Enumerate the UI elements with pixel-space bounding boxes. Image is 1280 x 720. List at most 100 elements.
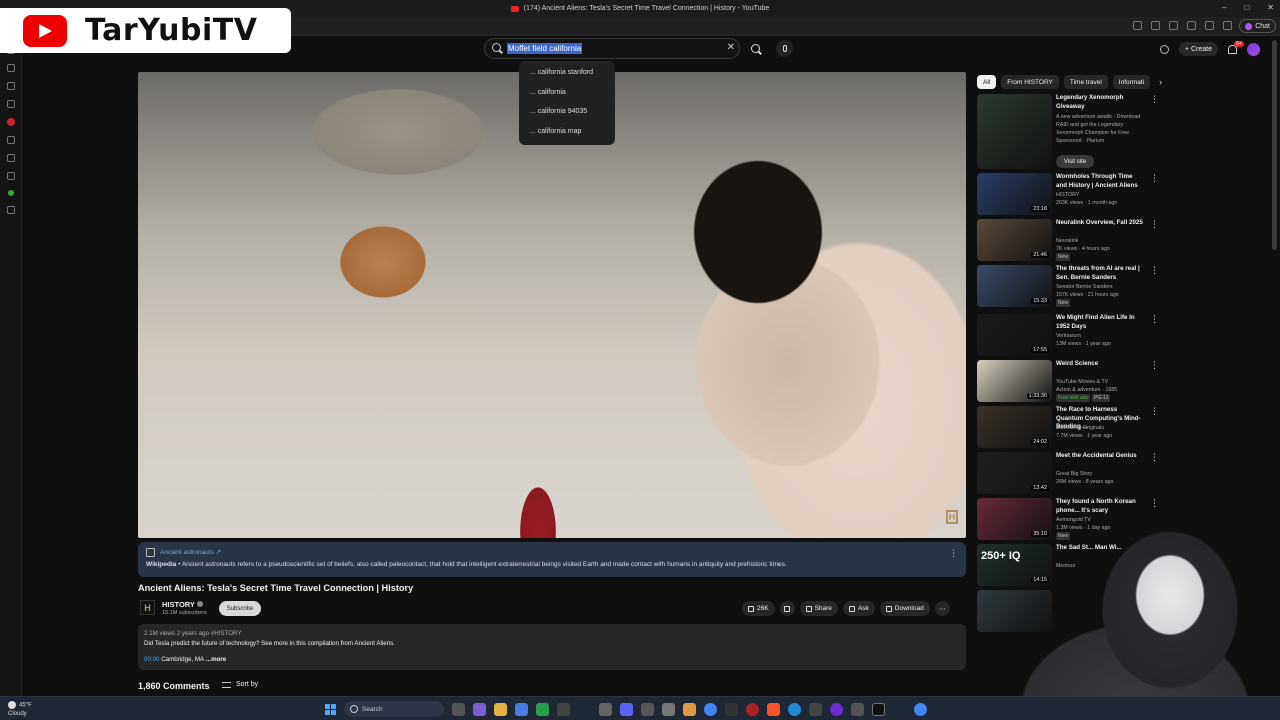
recommendation-title[interactable]: Neuralink Overview, Fall 2025: [1056, 219, 1144, 228]
recommendation-item[interactable]: 13:42 Meet the Accidental Genius Great Big…: [977, 452, 1267, 496]
app-icon[interactable]: [851, 702, 864, 716]
recommendation-item[interactable]: 21:46 Neuralink Overview, Fall 2025 Neural…: [977, 219, 1267, 263]
more-options-icon[interactable]: ⋮: [1150, 360, 1159, 371]
app-icon[interactable]: [641, 702, 654, 716]
settings-icon[interactable]: [1159, 44, 1169, 54]
video-thumbnail[interactable]: [977, 94, 1052, 169]
more-options-icon[interactable]: ⋮: [1150, 173, 1159, 184]
chevron-right-icon[interactable]: ›: [1159, 77, 1162, 87]
chip-time-travel[interactable]: Time travel: [1063, 75, 1108, 89]
discord-icon[interactable]: [620, 702, 633, 716]
weather-widget[interactable]: 45°F Cloudy: [8, 701, 32, 718]
video-thumbnail[interactable]: 1:33:30: [977, 360, 1052, 402]
app-icon[interactable]: [557, 702, 570, 716]
task-view-icon[interactable]: [452, 702, 465, 716]
recommendation-item[interactable]: 15:33 The threats from AI are real | Sen.…: [977, 265, 1267, 309]
chrome-icon[interactable]: [704, 702, 717, 716]
windows-start-icon[interactable]: [325, 703, 336, 715]
ask-button[interactable]: Ask: [842, 601, 875, 616]
vertical-tab-icon[interactable]: [6, 154, 15, 162]
more-options-icon[interactable]: ⋮: [1150, 219, 1159, 230]
suggestion-item[interactable]: ... california map: [519, 125, 615, 145]
app-icon[interactable]: [683, 702, 696, 716]
info-panel-link[interactable]: Ancient astronauts ↗: [160, 548, 221, 556]
sidebar-icon[interactable]: [1205, 21, 1214, 30]
vertical-tab-icon[interactable]: [6, 100, 15, 108]
voice-search-button[interactable]: [776, 40, 793, 57]
more-actions-button[interactable]: ⋯: [934, 601, 950, 616]
description-box[interactable]: 2.1M views 2 years ago #HISTORY Did Tesl…: [138, 624, 966, 670]
video-thumbnail[interactable]: 23:18: [977, 173, 1052, 215]
search-input[interactable]: Moffet field california: [507, 43, 583, 54]
maximize-button[interactable]: □: [1244, 3, 1249, 12]
suggestion-item[interactable]: ... california: [519, 86, 615, 106]
like-button[interactable]: 26K: [742, 601, 775, 616]
suggestion-item[interactable]: ... california 94035: [519, 105, 615, 125]
recommendation-item[interactable]: 23:18 Wormholes Through Time and History …: [977, 173, 1267, 217]
steam-icon[interactable]: [578, 702, 591, 716]
chip-from-history[interactable]: From HISTORY: [1001, 75, 1059, 89]
xbox-icon[interactable]: [536, 702, 549, 716]
more-options-icon[interactable]: ⋮: [1150, 406, 1159, 417]
hashtag[interactable]: #HISTORY: [211, 630, 242, 637]
vertical-tab-icon[interactable]: [6, 82, 15, 90]
recommendation-item[interactable]: 24:02 The Race to Harness Quantum Computi…: [977, 406, 1267, 450]
copilot-chat-button[interactable]: Chat: [1239, 19, 1276, 33]
clear-search-icon[interactable]: ✕: [727, 42, 735, 53]
channel-name[interactable]: HISTORY: [162, 600, 203, 609]
favorites-icon[interactable]: [1151, 21, 1160, 30]
more-options-icon[interactable]: ⋮: [1150, 314, 1159, 325]
video-thumbnail[interactable]: 17:55: [977, 314, 1052, 356]
share-button[interactable]: Share: [799, 601, 838, 616]
search-button[interactable]: [741, 38, 769, 59]
recommendation-item[interactable]: 1:33:30 Weird Science YouTube Movies & TV A…: [977, 360, 1267, 404]
vertical-tab-icon[interactable]: [6, 172, 15, 180]
minimize-button[interactable]: –: [1222, 3, 1226, 12]
new-tab-icon[interactable]: [6, 206, 15, 214]
subscribe-button[interactable]: Subscribe: [219, 601, 261, 616]
chrome-icon[interactable]: [914, 702, 927, 716]
recommendation-title[interactable]: Wormholes Through Time and History | Anc…: [1056, 173, 1144, 190]
show-more-link[interactable]: ...more: [204, 656, 226, 663]
video-thumbnail[interactable]: 15:33: [977, 265, 1052, 307]
video-thumbnail[interactable]: 13:42: [977, 452, 1052, 494]
recommendation-title[interactable]: Weird Science: [1056, 360, 1144, 369]
teams-icon[interactable]: [473, 702, 486, 716]
suggestion-item[interactable]: ... california stanford: [519, 66, 615, 86]
vertical-tab-icon[interactable]: [7, 190, 14, 196]
youtube-tab-icon[interactable]: [6, 118, 15, 126]
more-options-icon[interactable]: ⋮: [1150, 452, 1159, 463]
store-icon[interactable]: [515, 702, 528, 716]
x-app-icon[interactable]: [872, 702, 885, 716]
download-button[interactable]: Download: [879, 601, 930, 616]
chip-all[interactable]: All: [977, 75, 997, 89]
opera-icon[interactable]: [746, 702, 759, 716]
channel-avatar[interactable]: H: [140, 600, 155, 615]
timestamp-link[interactable]: 00:00: [144, 656, 159, 663]
steam-icon[interactable]: [893, 702, 906, 716]
more-options-icon[interactable]: ⋮: [1150, 265, 1159, 276]
recommendation-item[interactable]: Legendary Xenomorph Giveaway A new advent…: [977, 94, 1267, 170]
file-explorer-icon[interactable]: [494, 702, 507, 716]
taskbar-search[interactable]: Search: [344, 701, 444, 717]
sort-by-button[interactable]: Sort by: [222, 681, 258, 688]
app-icon[interactable]: [599, 702, 612, 716]
avatar[interactable]: [1247, 42, 1260, 56]
app-icon[interactable]: [662, 702, 675, 716]
page-scrollbar[interactable]: [1272, 40, 1277, 250]
more-options-icon[interactable]: ⋮: [1150, 94, 1159, 105]
vertical-tab-icon[interactable]: [6, 64, 15, 72]
video-thumbnail[interactable]: 24:02: [977, 406, 1052, 448]
recommendation-title[interactable]: Legendary Xenomorph Giveaway: [1056, 94, 1144, 111]
create-button[interactable]: + Create: [1178, 42, 1218, 56]
recommendation-title[interactable]: Meet the Accidental Genius: [1056, 452, 1144, 461]
notifications-icon[interactable]: 9+: [1228, 40, 1244, 54]
app-icon[interactable]: [830, 702, 843, 716]
more-options-icon[interactable]: ⋮: [949, 548, 958, 559]
video-thumbnail[interactable]: 21:46: [977, 219, 1052, 261]
dislike-button[interactable]: [779, 601, 795, 616]
chip-information[interactable]: Informati: [1112, 75, 1151, 89]
app-icon[interactable]: [809, 702, 822, 716]
recommendation-title[interactable]: We Might Find Alien Life In 1952 Days: [1056, 314, 1144, 331]
edge-icon[interactable]: [788, 702, 801, 716]
